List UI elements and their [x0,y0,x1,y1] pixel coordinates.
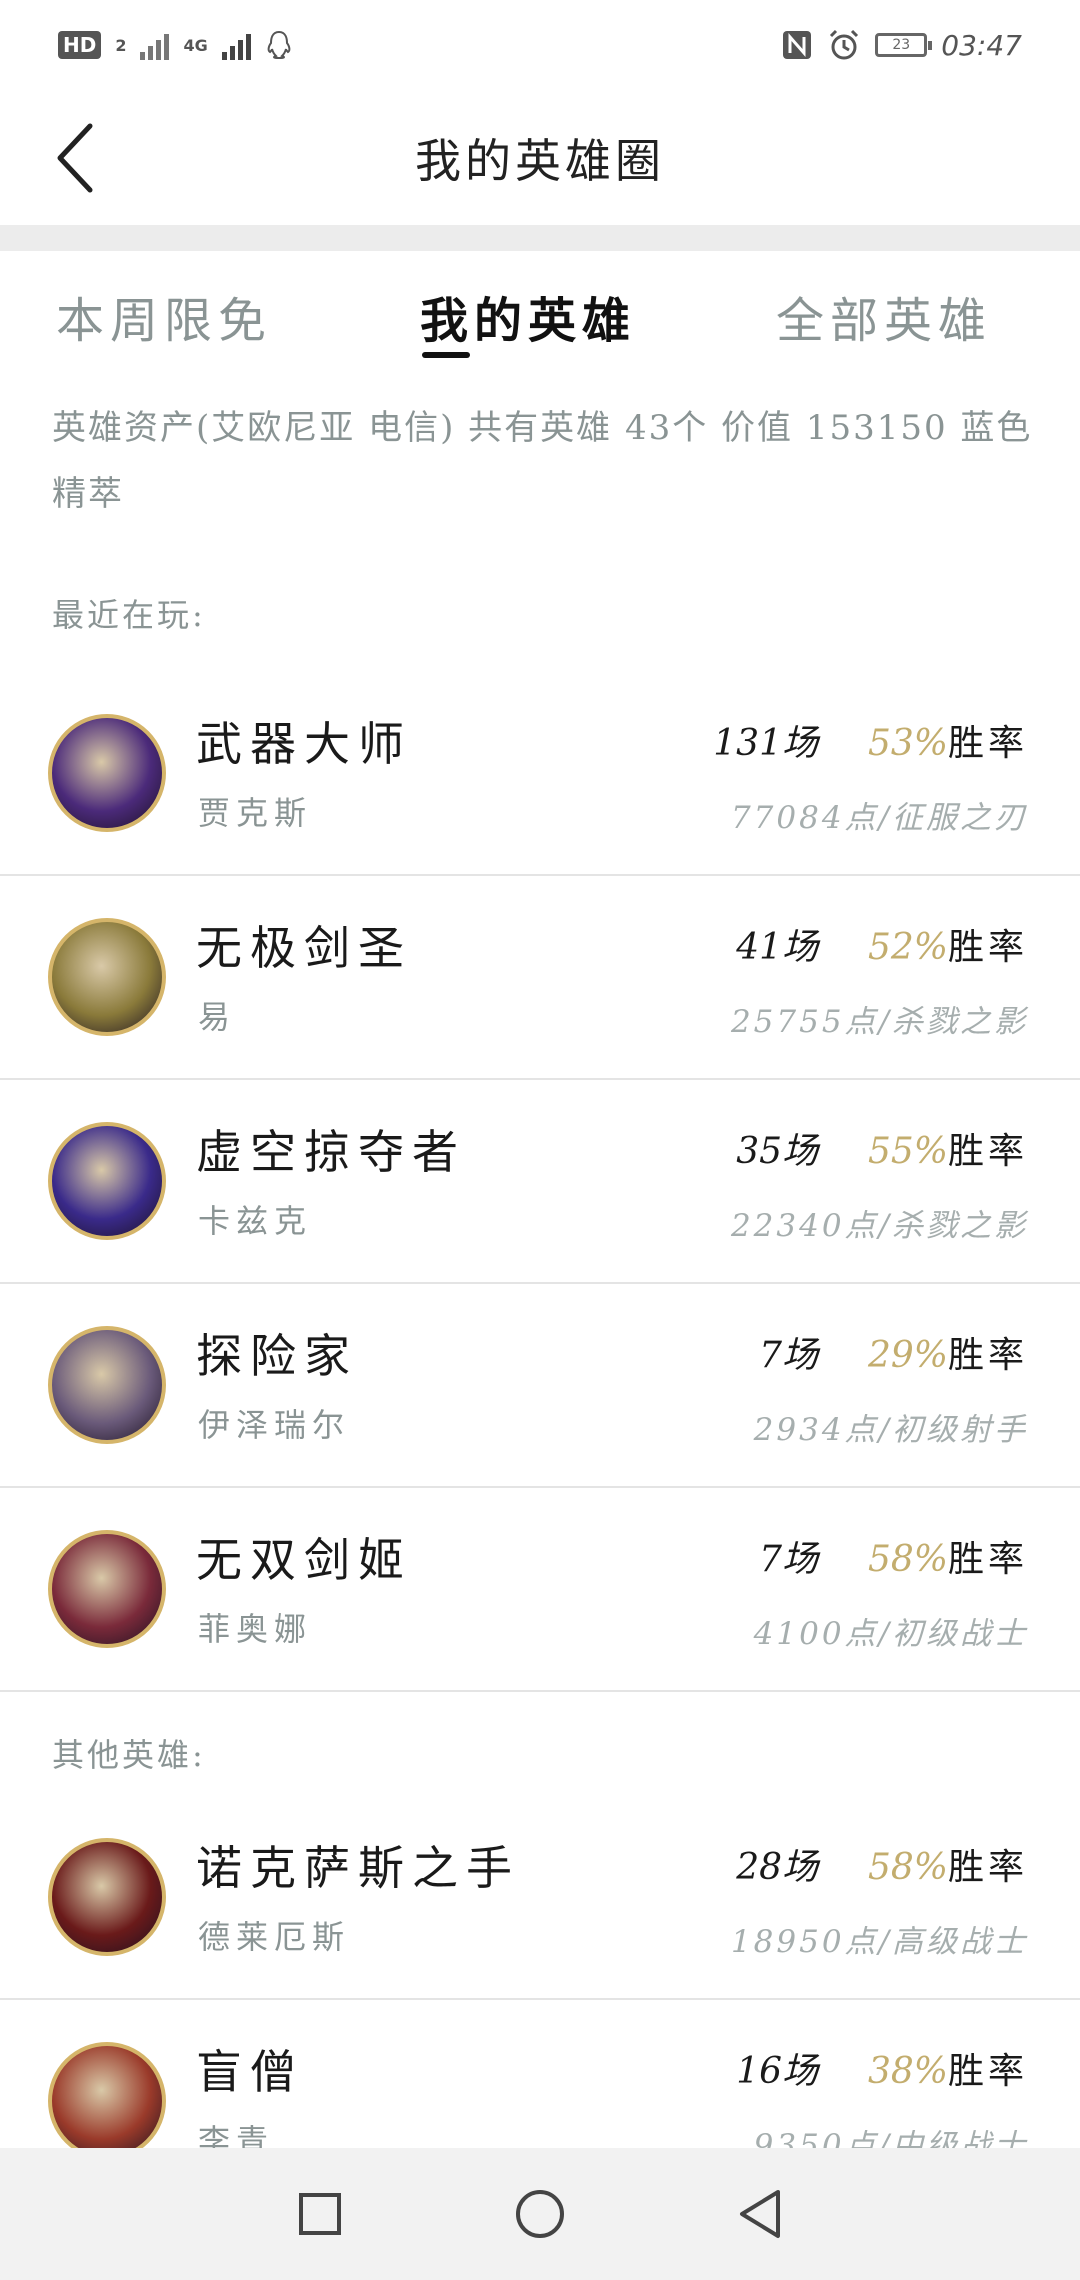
hero-avatar [48,1530,166,1648]
hero-name: 探险家 [196,1329,358,1383]
mastery-points: 22340点/杀戮之影 [730,1208,1028,1244]
hero-avatar [48,2042,166,2160]
mastery-points: 25755点/杀戮之影 [730,1004,1028,1040]
win-rate-value: 52% [867,927,948,968]
games-played: 131场 [713,723,818,764]
hero-name: 虚空掠夺者 [196,1125,466,1179]
back-button[interactable] [44,118,104,198]
games-played: 35场 [736,1131,818,1172]
mastery-points: 2934点/初级射手 [753,1412,1028,1448]
win-rate-label: 胜率 [947,1539,1028,1580]
win-rate-label: 胜率 [947,1131,1028,1172]
hero-champion-name: 伊泽瑞尔 [198,1406,351,1444]
divider-band [0,225,1080,251]
hero-row[interactable]: 探险家 伊泽瑞尔 7场 29%胜率 2934点/初级射手 [0,1284,1080,1488]
hd-icon: HD [58,31,102,59]
win-rate-value: 55% [867,1131,948,1172]
status-right: 23 03:47 [781,28,1022,62]
win-rate: 38%胜率 [868,2042,1028,2094]
win-rate-value: 58% [867,1539,948,1580]
hero-champion-name: 易 [198,998,237,1036]
hero-avatar [48,714,166,832]
hero-name: 诺克萨斯之手 [196,1841,520,1895]
active-tab-indicator [422,352,470,358]
win-rate: 58%胜率 [868,1838,1028,1890]
sim-number: 2 [115,35,127,55]
win-rate-value: 53% [867,723,948,764]
hero-row[interactable]: 武器大师 贾克斯 131场 53%胜率 77084点/征服之刃 [0,672,1080,876]
hero-avatar [48,1326,166,1444]
win-rate: 29%胜率 [868,1326,1028,1378]
win-rate-label: 胜率 [947,2051,1028,2092]
nfc-icon [783,31,812,59]
hero-champion-name: 贾克斯 [198,794,313,832]
hero-name: 无双剑姬 [196,1533,412,1587]
hero-avatar [48,1838,166,1956]
win-rate-value: 29% [867,1335,948,1376]
circle-icon [516,2190,564,2238]
games-played: 28场 [736,1847,818,1888]
win-rate: 58%胜率 [868,1530,1028,1582]
home-button[interactable] [510,2184,570,2244]
win-rate: 55%胜率 [868,1122,1028,1174]
status-left: HD 2 4G [58,29,293,61]
mastery-points: 18950点/高级战士 [730,1924,1028,1960]
win-rate-label: 胜率 [947,1847,1028,1888]
hero-avatar [48,1122,166,1240]
win-rate-label: 胜率 [947,1335,1028,1376]
battery-icon: 23 [875,33,933,57]
tab-weekly-free[interactable]: 本周限免 [56,281,272,351]
square-icon [299,2193,341,2235]
signal-icon-2 [221,30,251,60]
qq-icon [267,30,291,60]
hero-row[interactable]: 无双剑姬 菲奥娜 7场 58%胜率 4100点/初级战士 [0,1488,1080,1692]
alarm-icon [830,29,859,60]
games-played: 16场 [736,2051,818,2092]
network-type: 4G [183,35,208,55]
signal-icon [140,30,170,60]
hero-avatar [48,918,166,1036]
section-recent-label: 最近在玩: [52,596,206,634]
recents-button[interactable] [290,2184,350,2244]
games-played: 7场 [759,1335,818,1376]
hero-row[interactable]: 诺克萨斯之手 德莱厄斯 28场 58%胜率 18950点/高级战士 [0,1796,1080,2000]
tab-my-heroes[interactable]: 我的英雄 [420,281,636,351]
clock: 03:47 [941,28,1022,62]
tab-bar: 本周限免 我的英雄 全部英雄 [0,251,1080,366]
system-nav-bar [0,2148,1080,2280]
hero-champion-name: 菲奥娜 [198,1610,313,1648]
section-others-label: 其他英雄: [52,1736,206,1774]
triangle-back-icon [740,2190,780,2238]
games-played: 41场 [736,927,818,968]
hero-champion-name: 卡兹克 [198,1202,313,1240]
mastery-points: 4100点/初级战士 [753,1616,1028,1652]
hero-name: 盲僧 [196,2045,304,2099]
tab-all-heroes[interactable]: 全部英雄 [776,281,992,351]
header: 我的英雄圈 [0,90,1080,225]
page-title: 我的英雄圈 [415,133,665,188]
hero-row[interactable]: 虚空掠夺者 卡兹克 35场 55%胜率 22340点/杀戮之影 [0,1080,1080,1284]
back-nav-button[interactable] [730,2184,790,2244]
win-rate-label: 胜率 [947,927,1028,968]
win-rate: 52%胜率 [868,918,1028,970]
win-rate-value: 38% [867,2051,948,2092]
mastery-points: 77084点/征服之刃 [730,800,1028,836]
games-played: 7场 [759,1539,818,1580]
status-bar: HD 2 4G 23 03:47 [0,0,1080,90]
win-rate-label: 胜率 [947,723,1028,764]
hero-name: 武器大师 [196,717,412,771]
hero-champion-name: 德莱厄斯 [198,1918,351,1956]
hero-row[interactable]: 无极剑圣 易 41场 52%胜率 25755点/杀戮之影 [0,876,1080,1080]
win-rate: 53%胜率 [868,714,1028,766]
hero-asset-summary: 英雄资产(艾欧尼亚 电信) 共有英雄 43个 价值 153150 蓝色精萃 [52,408,1033,514]
hero-name: 无极剑圣 [196,921,412,975]
chevron-left-icon [57,123,93,193]
win-rate-value: 58% [867,1847,948,1888]
